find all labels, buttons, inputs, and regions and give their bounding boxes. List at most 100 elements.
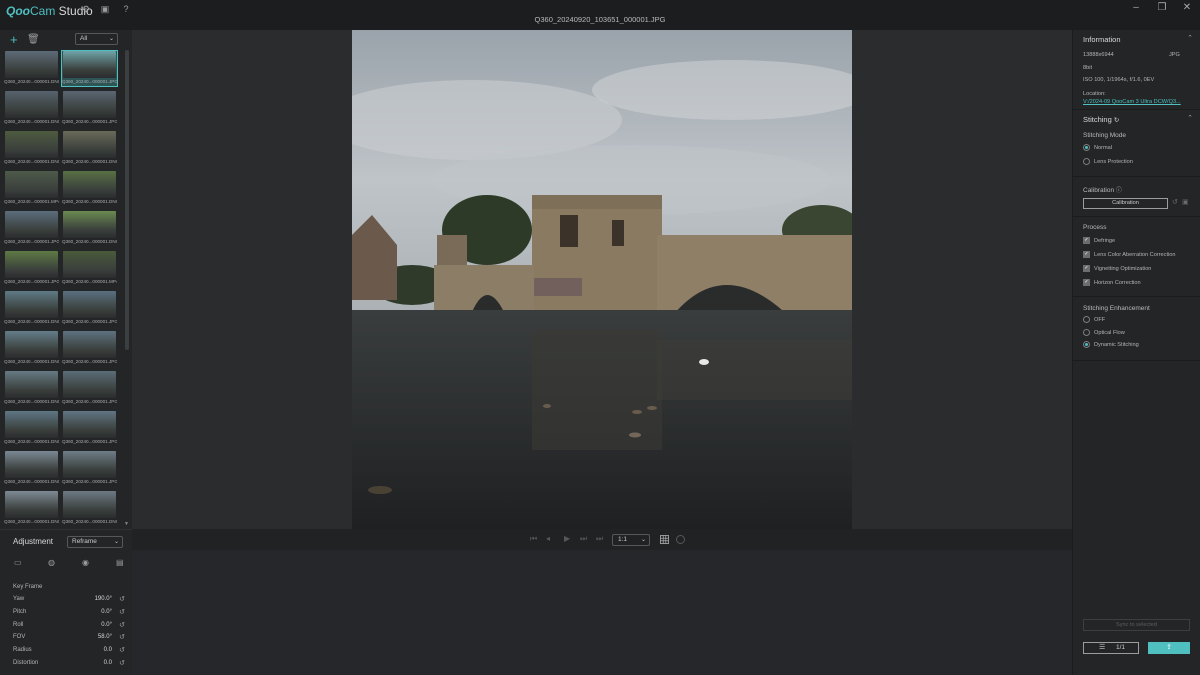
radio-option[interactable]: OFF: [1083, 316, 1105, 323]
reset-icon[interactable]: ↺: [119, 659, 125, 667]
thumbnail-item[interactable]: Q360_20240...000001.MP4: [4, 171, 59, 206]
checkbox-option[interactable]: ✓ Defringe: [1083, 237, 1115, 244]
prev-frame-icon[interactable]: ◂: [546, 534, 550, 543]
thumbnail-item[interactable]: Q360_20240...000001.DNG: [62, 491, 117, 526]
gear-icon[interactable]: ⚙: [80, 3, 92, 15]
thumbnail-item[interactable]: Q360_20240...000001.DNG: [4, 331, 59, 366]
sync-to-selected-button[interactable]: Sync to selected: [1083, 619, 1190, 631]
thumbnail-image: [63, 411, 116, 438]
thumbnail-item[interactable]: Q360_20240...000001.DNG: [62, 171, 117, 206]
grid-icon[interactable]: [660, 535, 669, 544]
param-value[interactable]: 0.0°: [101, 609, 112, 615]
radio-option[interactable]: Optical Flow: [1083, 328, 1125, 336]
thumbnail-item[interactable]: Q360_20240...000001.JPG: [62, 451, 117, 486]
thumbnail-image: [5, 91, 58, 118]
checkbox-option[interactable]: ✓ Vignetting Optimization: [1083, 265, 1151, 272]
param-value[interactable]: 0.0: [104, 647, 112, 653]
thumbnail-item[interactable]: Q360_20240...000001.DNG: [4, 371, 59, 406]
divider: [1073, 360, 1200, 361]
information-header[interactable]: Information: [1083, 35, 1121, 44]
skip-start-icon[interactable]: ⏮: [530, 534, 537, 544]
thumbnail-item[interactable]: Q360_20240...000001.JPG: [62, 291, 117, 326]
lens-icon[interactable]: ◉: [82, 558, 89, 567]
batch-button[interactable]: ☰ 1/1: [1083, 642, 1139, 654]
location-link[interactable]: V:/2024-09 QooCam 3 Ultra DCW/Q3...: [1083, 99, 1195, 105]
list-icon: ☰: [1099, 644, 1106, 651]
thumbnail-item[interactable]: Q360_20240...000001.DNG: [4, 291, 59, 326]
scroll-down-icon[interactable]: ▼: [124, 521, 129, 527]
reset-icon[interactable]: ↺: [119, 646, 125, 654]
thumbnail-item[interactable]: Q360_20240...000001.DNG: [4, 411, 59, 446]
refresh-icon[interactable]: ↻: [1114, 117, 1119, 124]
library-scrollbar[interactable]: [125, 50, 129, 350]
reset-icon[interactable]: ↺: [119, 595, 125, 603]
checkbox-option[interactable]: ✓ Lens Color Aberration Correction: [1083, 251, 1175, 258]
stitching-mode-title: Stitching Mode: [1083, 132, 1126, 139]
reset-icon[interactable]: ↺: [119, 608, 125, 616]
thumbnail-item[interactable]: Q360_20240...000001.JPG: [62, 411, 117, 446]
thumbnail-image: [63, 451, 116, 478]
next-frame-icon[interactable]: ⏭: [580, 534, 587, 544]
minimize-icon[interactable]: –: [1130, 2, 1142, 14]
close-icon[interactable]: ✕: [1181, 2, 1193, 14]
reset-icon[interactable]: ↺: [119, 633, 125, 641]
adjustment-tools: ▭ ◍ ◉ ▤: [0, 558, 132, 570]
chevron-up-icon[interactable]: ⌃: [1187, 114, 1193, 122]
title-bar: QooCam Studio ⚙ ▣ ? Q360_20240920_103651…: [0, 0, 1200, 30]
param-value[interactable]: 0.0: [104, 660, 112, 666]
thumbnail-item[interactable]: Q360_20240...000001.DNG: [4, 451, 59, 486]
checkbox-icon: ✓: [1083, 279, 1090, 286]
thumbnail-item[interactable]: Q360_20240...000001.DNG: [62, 211, 117, 246]
export-button[interactable]: ⇪: [1148, 642, 1190, 654]
cylinder-icon[interactable]: ▤: [116, 558, 124, 567]
play-icon[interactable]: ▶: [564, 534, 570, 543]
thumbnail-item[interactable]: Q360_20240...000001.JPG: [61, 50, 118, 87]
thumbnail-item[interactable]: Q360_20240...000001.DNG: [62, 131, 117, 166]
thumbnail-image: [5, 371, 58, 398]
adjustment-mode-select[interactable]: Reframe ⌄: [67, 536, 123, 548]
compare-icon[interactable]: [676, 535, 685, 544]
thumbnail-item[interactable]: Q360_20240...000001.DNG: [4, 131, 59, 166]
thumbnail-item[interactable]: Q360_20240...000001.JPG: [62, 371, 117, 406]
radio-option[interactable]: Normal: [1083, 144, 1112, 151]
param-value[interactable]: 58.0°: [98, 634, 112, 640]
radio-option[interactable]: Lens Protection: [1083, 158, 1133, 165]
checkbox-option[interactable]: ✓ Horizon Correction: [1083, 279, 1141, 286]
filter-select[interactable]: All ⌄: [75, 33, 118, 45]
thumbnail-image: [63, 331, 116, 358]
reset-icon[interactable]: ↺: [119, 621, 125, 629]
thumbnail-item[interactable]: Q360_20240...000001.DNG: [4, 491, 59, 526]
panel-icon[interactable]: ▣: [99, 3, 111, 15]
radio-option[interactable]: Dynamic Stitching: [1083, 341, 1139, 348]
radio-icon: [1083, 158, 1090, 165]
param-value[interactable]: 0.0°: [101, 622, 112, 628]
save-icon[interactable]: ▣: [1182, 198, 1189, 206]
help-icon[interactable]: ?: [120, 3, 132, 15]
stitching-header[interactable]: Stitching ↻: [1083, 115, 1119, 124]
thumbnail-item[interactable]: Q360_20240...000001.JPG: [4, 251, 59, 286]
thumbnail-item[interactable]: Q360_20240...000001.DNG: [4, 91, 59, 126]
reframe-icon[interactable]: ▭: [14, 558, 22, 567]
thumbnail-image: [5, 331, 58, 358]
add-icon[interactable]: +: [10, 33, 18, 46]
thumbnail-item[interactable]: Q360_20240...000001.DNG: [4, 51, 59, 86]
thumbnail-image: [63, 491, 116, 518]
calibration-button[interactable]: Calibration: [1083, 198, 1168, 209]
preview-photo[interactable]: [352, 30, 852, 529]
restore-icon[interactable]: ❐: [1156, 2, 1168, 14]
param-value[interactable]: 190.0°: [95, 596, 112, 602]
radio-label: Dynamic Stitching: [1094, 341, 1139, 348]
thumbnail-item[interactable]: Q360_20240...000001.MP4: [62, 251, 117, 286]
thumbnail-item[interactable]: Q360_20240...000001.JPG: [62, 331, 117, 366]
param-row: Roll 0.0° ↺: [13, 622, 125, 632]
zoom-select[interactable]: 1:1 ⌄: [612, 534, 650, 546]
info-icon[interactable]: ⓘ: [1116, 188, 1122, 194]
sphere-icon[interactable]: ◍: [48, 558, 55, 567]
thumbnail-item[interactable]: Q360_20240...000001.JPG: [62, 91, 117, 126]
thumbnail-item[interactable]: Q360_20240...000001.JPG: [4, 211, 59, 246]
skip-end-icon[interactable]: ⏭: [596, 534, 603, 544]
trash-icon[interactable]: 🗑: [27, 34, 40, 46]
reset-icon[interactable]: ↺: [1172, 198, 1178, 206]
radio-icon: [1083, 144, 1090, 151]
chevron-up-icon[interactable]: ⌃: [1187, 34, 1193, 42]
